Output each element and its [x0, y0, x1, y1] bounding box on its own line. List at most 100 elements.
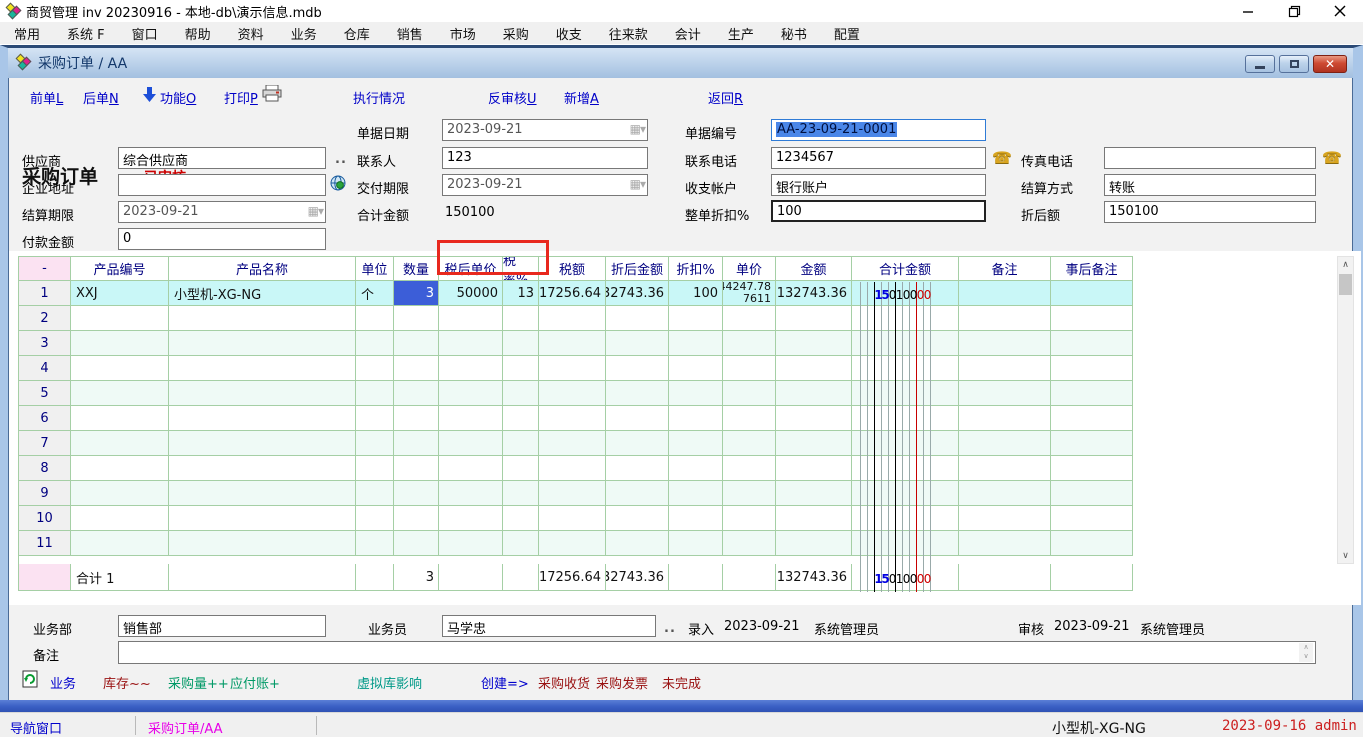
action-link-0[interactable]: 业务	[50, 673, 76, 692]
table-row[interactable]: 6	[19, 406, 1133, 431]
table-row[interactable]: 9	[19, 481, 1133, 506]
action-link-7[interactable]: 采购发票	[596, 673, 648, 692]
column-header-14[interactable]: 事后备注	[1051, 257, 1133, 281]
nav-window-tab[interactable]: 导航窗口	[10, 718, 62, 737]
menu-item-10[interactable]: 收支	[556, 24, 582, 43]
phone-input[interactable]: 1234567	[771, 147, 986, 169]
action-link-6[interactable]: 采购收货	[538, 673, 590, 692]
menu-item-3[interactable]: 帮助	[185, 24, 211, 43]
column-header-1[interactable]: 产品编号	[71, 257, 169, 281]
action-link-8[interactable]: 未完成	[662, 673, 701, 692]
globe-icon[interactable]	[330, 175, 346, 191]
spinner-icons[interactable]: ∧∨	[1299, 643, 1313, 662]
child-minimize-icon[interactable]	[1245, 55, 1275, 73]
printer-icon[interactable]	[262, 85, 282, 102]
action-link-5[interactable]: 创建=>	[481, 673, 529, 692]
scrollbar-thumb[interactable]	[1339, 274, 1352, 295]
table-row[interactable]: 1 XXJ 小型机-XG-NG 个 3 50000 13 17256.64 13…	[19, 281, 1133, 306]
calendar-icon[interactable]: ▦▾	[308, 204, 323, 218]
menu-item-6[interactable]: 仓库	[344, 24, 370, 43]
menu-item-15[interactable]: 配置	[834, 24, 860, 43]
toolbar-button-4[interactable]: 执行情况	[353, 88, 405, 107]
scroll-up-icon[interactable]: ∧	[1338, 257, 1353, 272]
column-header-9[interactable]: 折扣%	[669, 257, 723, 281]
column-header-8[interactable]: 折后金额	[606, 257, 669, 281]
table-row[interactable]: 5	[19, 381, 1133, 406]
restore-icon[interactable]	[1271, 0, 1317, 22]
close-icon[interactable]	[1317, 0, 1363, 22]
action-link-4[interactable]: 虚拟库影响	[357, 673, 422, 692]
unit-price-cell[interactable]: 44247.787611	[723, 281, 776, 306]
table-scrollbar[interactable]: ∧ ∨	[1337, 256, 1354, 564]
column-header-4[interactable]: 数量	[394, 257, 439, 281]
action-link-1[interactable]: 库存~~	[103, 673, 151, 692]
column-header-3[interactable]: 单位	[356, 257, 394, 281]
menu-item-9[interactable]: 采购	[503, 24, 529, 43]
calendar-icon[interactable]: ▦▾	[630, 177, 645, 191]
child-close-icon[interactable]: ✕	[1313, 55, 1347, 73]
toolbar-button-5[interactable]: 反审核U	[488, 88, 537, 107]
discount-input[interactable]: 100	[771, 200, 986, 222]
ledger-amount-cell[interactable]	[852, 281, 959, 306]
toolbar-button-2[interactable]: 功能O	[160, 88, 196, 107]
column-header-11[interactable]: 金额	[776, 257, 852, 281]
due-input[interactable]: 2023-09-21▦▾	[442, 174, 648, 196]
menu-item-1[interactable]: 系统 F	[67, 24, 105, 43]
scroll-down-icon[interactable]: ∨	[1338, 548, 1353, 563]
column-header-2[interactable]: 产品名称	[169, 257, 356, 281]
menu-item-5[interactable]: 业务	[291, 24, 317, 43]
date-input[interactable]: 2023-09-21▦▾	[442, 119, 648, 141]
menu-item-8[interactable]: 市场	[450, 24, 476, 43]
table-row[interactable]: 8	[19, 456, 1133, 481]
supplier-input[interactable]: 综合供应商	[118, 147, 326, 169]
menu-item-7[interactable]: 销售	[397, 24, 423, 43]
qty-cell-selected[interactable]: 3	[394, 281, 439, 306]
fax-phone-icon[interactable]: ☎	[1322, 148, 1342, 167]
table-row[interactable]: 4	[19, 356, 1133, 381]
column-header-13[interactable]: 备注	[959, 257, 1051, 281]
toolbar-button-1[interactable]: 后单N	[83, 88, 119, 107]
menu-item-4[interactable]: 资料	[238, 24, 264, 43]
table-row[interactable]: 3	[19, 331, 1133, 356]
menu-item-13[interactable]: 生产	[728, 24, 754, 43]
child-restore-icon[interactable]	[1279, 55, 1309, 73]
after-discount-input[interactable]: 150100	[1104, 201, 1316, 223]
dept-input[interactable]: 销售部	[118, 615, 326, 637]
table-row[interactable]: 2	[19, 306, 1133, 331]
clerk-input[interactable]: 马学忠	[442, 615, 656, 637]
refresh-doc-icon[interactable]	[22, 670, 38, 688]
menu-item-2[interactable]: 窗口	[132, 24, 158, 43]
calendar-icon[interactable]: ▦▾	[630, 122, 645, 136]
column-header-10[interactable]: 单价	[723, 257, 776, 281]
minimize-icon[interactable]	[1225, 0, 1271, 22]
menu-item-14[interactable]: 秘书	[781, 24, 807, 43]
toolbar-button-3[interactable]: 打印P	[224, 88, 258, 107]
term-input[interactable]: 2023-09-21▦▾	[118, 201, 326, 223]
toolbar-button-0[interactable]: 前单L	[30, 88, 63, 107]
remark-input[interactable]: ∧∨	[118, 641, 1316, 664]
account-input[interactable]: 银行账户	[771, 174, 986, 196]
fax-input[interactable]	[1104, 147, 1316, 169]
paid-input[interactable]: 0	[118, 228, 326, 250]
settle-input[interactable]: 转账	[1104, 174, 1316, 196]
address-input[interactable]	[118, 174, 326, 196]
contact-input[interactable]: 123	[442, 147, 648, 169]
column-header-7[interactable]: 税额	[539, 257, 606, 281]
column-header-12[interactable]: 合计金额	[852, 257, 959, 281]
purchase-order-tab[interactable]: 采购订单/AA	[148, 718, 223, 737]
supplier-more-button[interactable]: ..	[335, 152, 347, 167]
doc-no-input[interactable]: AA-23-09-21-0001	[771, 119, 986, 141]
toolbar-button-6[interactable]: 新增A	[564, 88, 599, 107]
menu-item-0[interactable]: 常用	[14, 24, 40, 43]
action-link-2[interactable]: 采购量++	[168, 673, 229, 692]
column-header-0[interactable]: -	[19, 257, 71, 281]
table-row[interactable]: 11	[19, 531, 1133, 556]
phone-icon[interactable]: ☎	[992, 148, 1012, 167]
toolbar-button-7[interactable]: 返回R	[708, 88, 743, 107]
menu-item-12[interactable]: 会计	[675, 24, 701, 43]
table-row[interactable]: 7	[19, 431, 1133, 456]
clerk-more-button[interactable]: ..	[664, 621, 676, 636]
table-row[interactable]: 10	[19, 506, 1133, 531]
menu-item-11[interactable]: 往来款	[609, 24, 648, 43]
action-link-3[interactable]: 应付账+	[230, 673, 280, 692]
